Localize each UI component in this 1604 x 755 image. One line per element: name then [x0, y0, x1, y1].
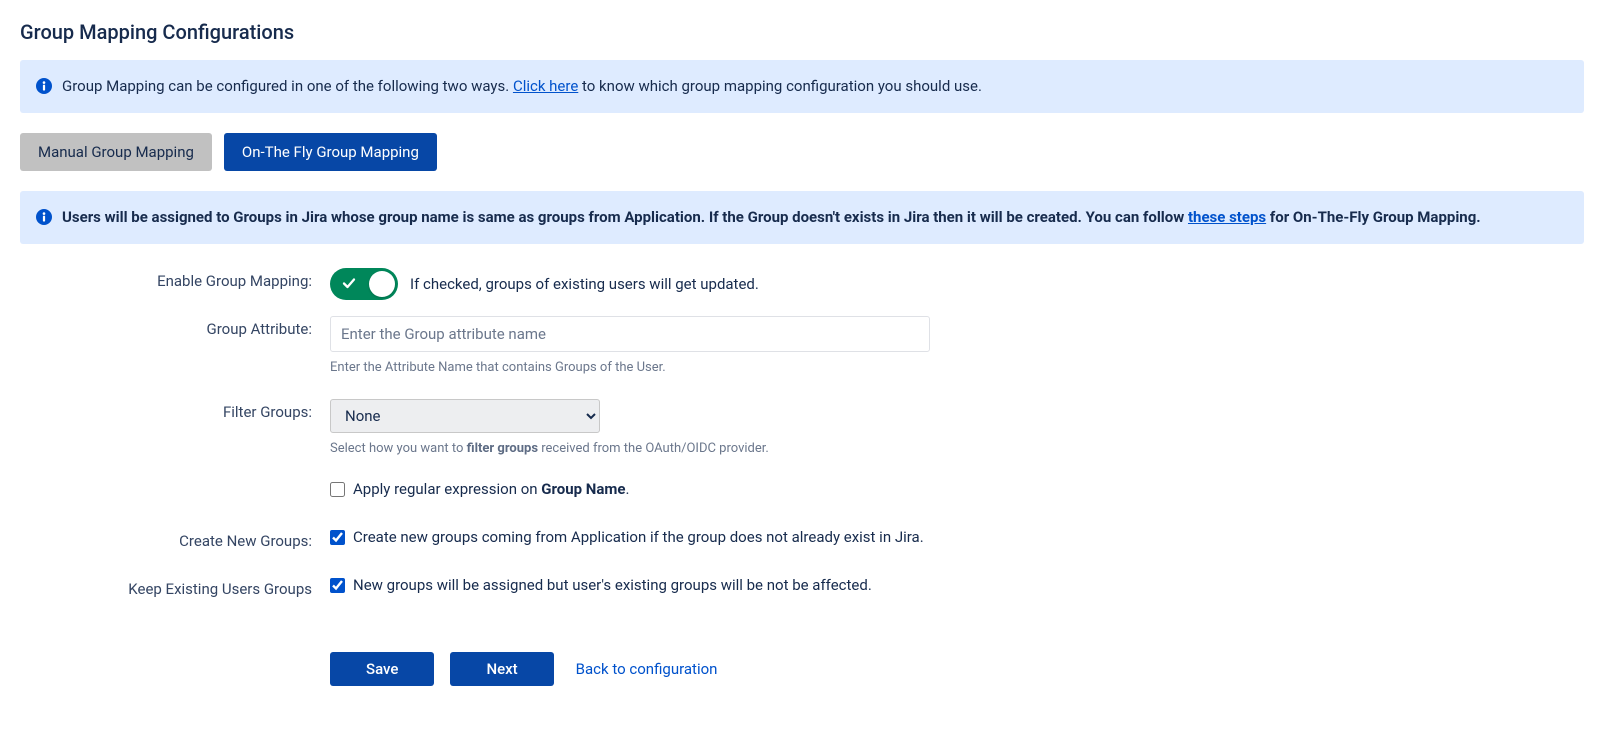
banner2-text-after: for On-The-Fly Group Mapping. [1266, 208, 1481, 226]
banner1-text-before: Group Mapping can be configured in one o… [62, 77, 513, 95]
back-to-configuration-link[interactable]: Back to configuration [570, 652, 724, 686]
keep-existing-row[interactable]: New groups will be assigned but user's e… [330, 576, 1584, 594]
regex-checkbox-row[interactable]: Apply regular expression on Group Name. [330, 480, 1584, 498]
create-new-groups-label: Create New Groups: [20, 524, 330, 550]
info-banner-tab: Users will be assigned to Groups in Jira… [20, 191, 1584, 244]
group-attribute-helper: Enter the Attribute Name that contains G… [330, 360, 1584, 375]
tab-manual-group-mapping[interactable]: Manual Group Mapping [20, 133, 212, 171]
banner1-text-after: to know which group mapping configuratio… [578, 77, 982, 95]
keep-existing-description: New groups will be assigned but user's e… [353, 576, 872, 594]
group-attribute-label: Group Attribute: [20, 312, 330, 338]
click-here-link[interactable]: Click here [513, 77, 578, 95]
keep-existing-checkbox[interactable] [330, 578, 345, 593]
tabs: Manual Group Mapping On-The Fly Group Ma… [20, 133, 1584, 171]
page-title: Group Mapping Configurations [20, 20, 1584, 44]
create-new-groups-row[interactable]: Create new groups coming from Applicatio… [330, 528, 1584, 546]
check-icon [341, 275, 357, 295]
filter-groups-helper: Select how you want to filter groups rec… [330, 441, 1584, 456]
filter-groups-label: Filter Groups: [20, 395, 330, 421]
tab-on-the-fly-group-mapping[interactable]: On-The Fly Group Mapping [224, 133, 437, 171]
info-banner-top: Group Mapping can be configured in one o… [20, 60, 1584, 113]
these-steps-link[interactable]: these steps [1188, 208, 1266, 226]
form-section: Enable Group Mapping: If checked, groups… [20, 264, 1584, 686]
group-attribute-input[interactable] [330, 316, 930, 352]
banner2-text-before: Users will be assigned to Groups in Jira… [62, 208, 1188, 226]
create-new-groups-checkbox[interactable] [330, 530, 345, 545]
regex-checkbox[interactable] [330, 482, 345, 497]
enable-group-mapping-label: Enable Group Mapping: [20, 264, 330, 290]
keep-existing-label: Keep Existing Users Groups [20, 572, 330, 598]
next-button[interactable]: Next [450, 652, 553, 686]
regex-text: Apply regular expression on Group Name. [353, 480, 629, 498]
info-banner-text: Group Mapping can be configured in one o… [62, 76, 982, 97]
save-button[interactable]: Save [330, 652, 434, 686]
enable-group-mapping-toggle[interactable]: If checked, groups of existing users wil… [330, 268, 759, 300]
info-banner-tab-text: Users will be assigned to Groups in Jira… [62, 207, 1481, 228]
button-row: Save Next Back to configuration [330, 652, 1584, 686]
enable-group-mapping-description: If checked, groups of existing users wil… [410, 275, 759, 293]
info-icon [36, 209, 52, 225]
create-new-groups-description: Create new groups coming from Applicatio… [353, 528, 924, 546]
info-icon [36, 78, 52, 94]
filter-groups-select[interactable]: None [330, 399, 600, 433]
